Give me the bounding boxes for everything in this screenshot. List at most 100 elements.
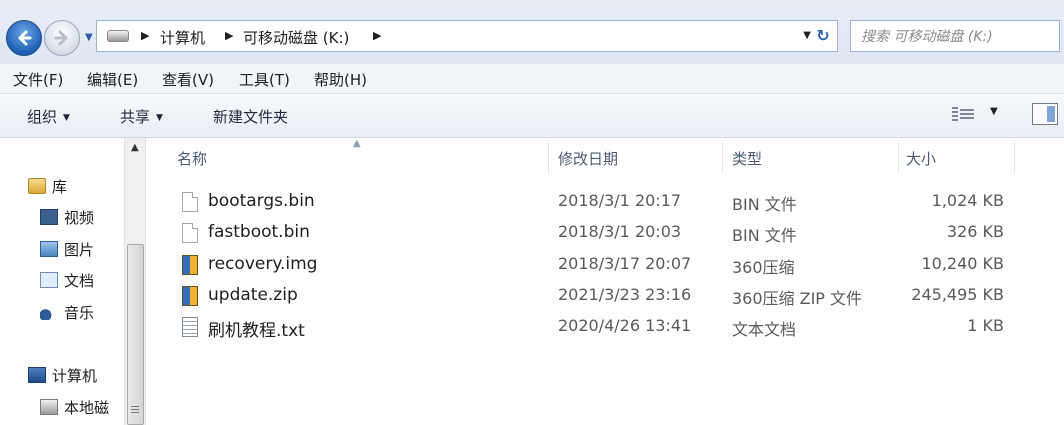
nav-computer[interactable]: 计算机 [28, 365, 97, 386]
share-label: 共享 [120, 108, 151, 126]
file-name: recovery.img [208, 254, 318, 274]
file-type: 360压缩 [732, 258, 795, 277]
nav-libraries[interactable]: 库 [28, 176, 67, 197]
removable-drive-icon [107, 30, 129, 42]
search-box[interactable] [850, 20, 1060, 52]
file-row[interactable]: 刷机教程.txt 2020/4/26 13:41 文本文档 1 KB [146, 311, 1064, 342]
sort-ascending-icon: ▲ [353, 138, 361, 149]
file-name: update.zip [208, 285, 298, 305]
file-date: 2018/3/1 20:03 [558, 222, 682, 241]
nav-libraries-label: 库 [52, 178, 68, 196]
nav-videos-label: 视频 [64, 209, 95, 227]
computer-icon [28, 367, 46, 383]
chevron-right-icon[interactable]: ▶ [141, 29, 149, 42]
preview-pane-icon[interactable] [1032, 103, 1058, 125]
file-size: 245,495 KB [911, 285, 1004, 304]
forward-arrow-icon [54, 30, 68, 46]
file-type: 文本文档 [732, 320, 797, 339]
organize-button[interactable]: 组织 ▼ [27, 106, 70, 127]
command-bar: 组织 ▼ 共享 ▼ 新建文件夹 ▼ [0, 94, 1064, 138]
menu-file[interactable]: 文件(F) [13, 69, 63, 90]
chevron-right-icon[interactable]: ▶ [373, 29, 381, 42]
file-row[interactable]: fastboot.bin 2018/3/1 20:03 BIN 文件 326 K… [146, 217, 1064, 248]
file-list: ▲ 名称 修改日期 类型 大小 bootargs.bin 2018/3/1 20… [146, 138, 1064, 425]
menu-tools[interactable]: 工具(T) [239, 69, 290, 90]
column-divider[interactable] [548, 142, 549, 174]
refresh-icon: ↻ [816, 26, 830, 45]
video-icon [40, 209, 58, 225]
nav-documents-label: 文档 [64, 272, 95, 290]
menu-view[interactable]: 查看(V) [162, 69, 214, 90]
back-button[interactable] [6, 20, 42, 56]
local-disk-icon [40, 399, 58, 415]
column-divider[interactable] [722, 142, 723, 174]
library-icon [28, 178, 46, 194]
caret-down-icon: ▼ [156, 113, 163, 123]
navigation-pane: 库 视频 图片 文档 音乐 计算机 本地磁 [0, 138, 124, 425]
file-icon [182, 223, 198, 243]
file-name: fastboot.bin [208, 222, 310, 242]
menu-bar: 文件(F) 编辑(E) 查看(V) 工具(T) 帮助(H) [0, 64, 1064, 94]
file-size: 1,024 KB [931, 191, 1004, 210]
nav-pane-scrollbar[interactable]: ▲ [124, 138, 146, 425]
text-file-icon [182, 317, 198, 337]
file-size: 10,240 KB [921, 254, 1004, 273]
archive-icon [182, 255, 198, 275]
file-row[interactable]: update.zip 2021/3/23 23:16 360压缩 ZIP 文件 … [146, 280, 1064, 311]
nav-computer-label: 计算机 [52, 367, 98, 385]
file-size: 1 KB [967, 316, 1004, 335]
view-options-icon[interactable] [952, 107, 974, 123]
music-icon [40, 304, 58, 320]
archive-icon [182, 286, 198, 306]
nav-pictures[interactable]: 图片 [40, 239, 94, 260]
caret-down-icon: ▼ [63, 113, 70, 123]
file-type: BIN 文件 [732, 195, 797, 214]
refresh-button[interactable]: ↻ [808, 22, 838, 50]
menu-help[interactable]: 帮助(H) [314, 69, 367, 90]
file-size: 326 KB [946, 222, 1004, 241]
column-header-name[interactable]: 名称 [177, 138, 207, 176]
file-type: 360压缩 ZIP 文件 [732, 289, 863, 308]
breadcrumb-removable-disk[interactable]: 可移动磁盘 (K:) [243, 27, 349, 48]
column-divider[interactable] [898, 142, 899, 174]
nav-music-label: 音乐 [64, 304, 95, 322]
address-box[interactable]: ▶ 计算机 ▶ 可移动磁盘 (K:) ▶ ▼ [96, 20, 838, 52]
file-row[interactable]: recovery.img 2018/3/17 20:07 360压缩 10,24… [146, 249, 1064, 280]
menu-edit[interactable]: 编辑(E) [87, 69, 138, 90]
grip-icon [131, 406, 139, 414]
back-arrow-icon [18, 30, 32, 46]
chevron-right-icon[interactable]: ▶ [225, 29, 233, 42]
nav-local-disk-label: 本地磁 [64, 399, 110, 417]
column-header-date[interactable]: 修改日期 [558, 138, 618, 176]
file-date: 2020/4/26 13:41 [558, 316, 692, 335]
share-button[interactable]: 共享 ▼ [120, 106, 163, 127]
file-name: bootargs.bin [208, 191, 315, 211]
nav-pictures-label: 图片 [64, 241, 95, 259]
picture-icon [40, 241, 58, 257]
nav-documents[interactable]: 文档 [40, 270, 94, 291]
organize-label: 组织 [27, 108, 58, 126]
new-folder-button[interactable]: 新建文件夹 [213, 106, 288, 127]
file-date: 2018/3/1 20:17 [558, 191, 682, 210]
column-header-size[interactable]: 大小 [906, 138, 936, 176]
forward-button[interactable] [44, 20, 80, 56]
file-type: BIN 文件 [732, 226, 797, 245]
address-bar-row: ▼ ▶ 计算机 ▶ 可移动磁盘 (K:) ▶ ▼ ↻ [0, 0, 1064, 64]
file-icon [182, 192, 198, 212]
file-name: 刷机教程.txt [208, 321, 305, 341]
nav-videos[interactable]: 视频 [40, 207, 94, 228]
file-row[interactable]: bootargs.bin 2018/3/1 20:17 BIN 文件 1,024… [146, 186, 1064, 217]
view-options-dropdown-icon[interactable]: ▼ [990, 106, 998, 117]
file-date: 2021/3/23 23:16 [558, 285, 692, 304]
nav-local-disk[interactable]: 本地磁 [40, 397, 109, 418]
breadcrumb-computer[interactable]: 计算机 [160, 27, 205, 48]
search-input[interactable] [861, 26, 1051, 48]
scroll-up-icon[interactable]: ▲ [131, 142, 139, 153]
file-date: 2018/3/17 20:07 [558, 254, 692, 273]
column-header-type[interactable]: 类型 [732, 138, 762, 176]
scrollbar-thumb[interactable] [127, 244, 144, 425]
nav-music[interactable]: 音乐 [40, 302, 94, 323]
recent-pages-dropdown-icon[interactable]: ▼ [85, 32, 95, 43]
column-divider[interactable] [1014, 142, 1015, 174]
document-icon [40, 272, 58, 288]
